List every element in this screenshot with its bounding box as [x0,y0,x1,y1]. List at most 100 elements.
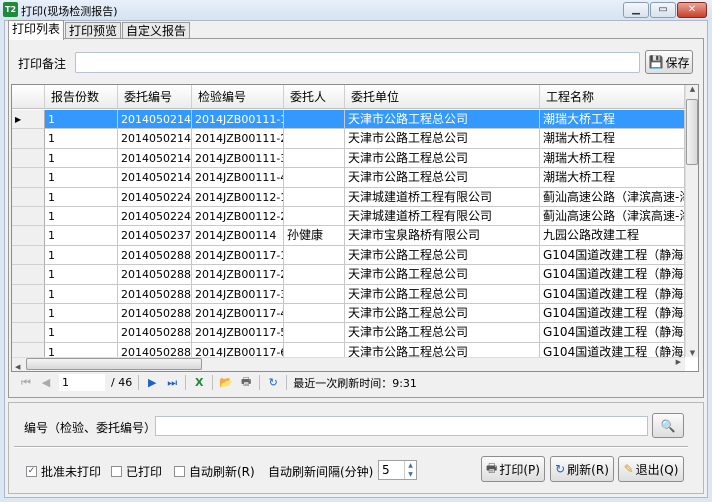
scroll-left-icon[interactable]: ◀ [12,363,20,371]
last-page-icon[interactable]: ⏭ [165,376,179,390]
first-page-icon[interactable]: ⏮ [19,376,33,390]
interval-spinner[interactable]: ▲ ▼ [404,461,416,479]
table-cell[interactable]: 1 [45,226,118,246]
column-header[interactable]: 检验编号 [192,85,284,109]
table-cell[interactable]: 1 [45,304,118,324]
close-button[interactable]: ✕ [677,2,707,18]
table-cell[interactable]: 2014050288 [118,265,192,285]
table-cell[interactable]: 2014050288 [118,284,192,304]
row-header[interactable] [12,226,45,246]
table-cell[interactable]: 2014050288 [118,323,192,343]
row-header[interactable] [12,304,45,324]
table-cell[interactable] [284,284,345,304]
table-cell[interactable]: 九园公路改建工程 [540,226,685,246]
table-cell[interactable]: 潮瑞大桥工程 [540,129,685,149]
table-cell[interactable]: 孙健康 [284,226,345,246]
maximize-button[interactable]: ▭ [650,2,676,18]
table-cell[interactable]: 天津市公路工程总公司 [345,265,540,285]
column-header[interactable]: 委托单位 [345,85,540,109]
row-header[interactable] [12,129,45,149]
row-header[interactable] [12,245,45,266]
prev-page-icon[interactable]: ◀ [39,376,53,389]
approved-unprinted-checkbox[interactable]: ✓ 批准未打印 [26,463,101,480]
open-folder-icon[interactable]: 📂 [219,376,233,389]
excel-export-icon[interactable]: X [192,376,206,389]
table-cell[interactable]: G104国道改建工程（静海段 [540,304,685,324]
table-cell[interactable]: 1 [45,187,118,207]
table-cell[interactable]: 1 [45,323,118,343]
table-cell[interactable]: 1 [45,265,118,285]
table-cell[interactable]: 天津市公路工程总公司 [345,323,540,343]
table-cell[interactable]: 蓟汕高速公路（津滨高速-海 [540,207,685,227]
horizontal-scroll-thumb[interactable] [26,358,202,370]
table-cell[interactable]: 2014050224 [118,187,192,207]
table-cell[interactable]: 2014JZB00112-2 [192,207,284,227]
printed-checkbox[interactable]: 已打印 [111,463,162,480]
print-button[interactable]: 🖶 打印(P) [481,456,545,482]
table-cell[interactable]: 天津市宝泉路桥有限公司 [345,226,540,246]
row-header[interactable] [12,148,45,169]
spin-up-icon[interactable]: ▲ [405,461,416,470]
table-cell[interactable]: 1 [45,284,118,304]
table-cell[interactable]: 1 [45,207,118,227]
table-cell[interactable]: 2014JZB00117-4 [192,304,284,324]
table-cell[interactable]: 2014JZB00117-1 [192,245,284,266]
table-cell[interactable]: 潮瑞大桥工程 [540,168,685,188]
row-header[interactable] [12,168,45,188]
table-cell[interactable]: 蓟汕高速公路（津滨高速-海 [540,187,685,207]
minimize-button[interactable]: ▁ [623,2,649,18]
table-cell[interactable] [284,129,345,149]
next-page-icon[interactable]: ▶ [145,376,159,389]
table-cell[interactable]: 2014050214 [118,129,192,149]
table-cell[interactable]: 2014JZB00112-1 [192,187,284,207]
printer-icon[interactable]: 🖶 [239,373,253,392]
column-header[interactable]: 工程名称 [540,85,685,109]
table-cell[interactable] [284,148,345,169]
table-cell[interactable]: 2014050214 [118,110,192,130]
table-cell[interactable]: 2014050288 [118,245,192,266]
table-cell[interactable]: 天津城建道桥工程有限公司 [345,187,540,207]
table-cell[interactable]: 天津市公路工程总公司 [345,168,540,188]
spin-down-icon[interactable]: ▼ [405,470,416,479]
column-header[interactable]: 委托人 [284,85,345,109]
table-cell[interactable]: 2014JZB00117-2 [192,265,284,285]
table-cell[interactable]: 天津市公路工程总公司 [345,148,540,169]
vertical-scroll-thumb[interactable] [686,99,698,165]
table-cell[interactable]: 天津市公路工程总公司 [345,304,540,324]
table-cell[interactable] [284,304,345,324]
table-cell[interactable]: G104国道改建工程（静海段 [540,323,685,343]
table-cell[interactable]: 2014JZB00111-3 [192,148,284,169]
table-cell[interactable] [284,110,345,130]
table-cell[interactable]: 天津市公路工程总公司 [345,284,540,304]
table-cell[interactable]: 2014050288 [118,304,192,324]
row-header[interactable] [12,284,45,304]
row-header[interactable] [12,187,45,207]
table-cell[interactable]: 天津城建道桥工程有限公司 [345,207,540,227]
save-button[interactable]: 💾 保存 [645,50,693,74]
table-cell[interactable]: 1 [45,245,118,266]
table-cell[interactable]: 2014JZB00117-5 [192,323,284,343]
table-cell[interactable]: 2014JZB00111-2 [192,129,284,149]
table-cell[interactable]: 潮瑞大桥工程 [540,110,685,130]
table-cell[interactable]: 天津市公路工程总公司 [345,129,540,149]
table-cell[interactable]: 2014050214 [118,168,192,188]
table-cell[interactable] [284,187,345,207]
refresh-button[interactable]: ↻ 刷新(R) [550,456,614,482]
scroll-up-icon[interactable]: ▲ [686,85,698,93]
scroll-right-icon[interactable]: ▶ [676,358,681,366]
row-header[interactable] [12,323,45,343]
table-cell[interactable]: 2014050237 [118,226,192,246]
auto-refresh-checkbox[interactable]: 自动刷新(R) [174,463,255,480]
table-cell[interactable]: 2014JZB00114 [192,226,284,246]
table-cell[interactable] [284,265,345,285]
tab-print-list[interactable]: 打印列表 [8,20,65,40]
remark-input[interactable] [75,52,640,73]
table-cell[interactable]: 天津市公路工程总公司 [345,245,540,266]
column-header[interactable]: 报告份数 [45,85,118,109]
table-cell[interactable] [284,323,345,343]
page-number-input[interactable]: 1 [59,374,105,391]
exit-button[interactable]: ✎ 退出(Q) [618,456,684,482]
code-search-input[interactable] [155,416,648,436]
table-cell[interactable]: 2014JZB00111-1 [192,110,284,130]
refresh-icon[interactable]: ↻ [266,376,280,389]
